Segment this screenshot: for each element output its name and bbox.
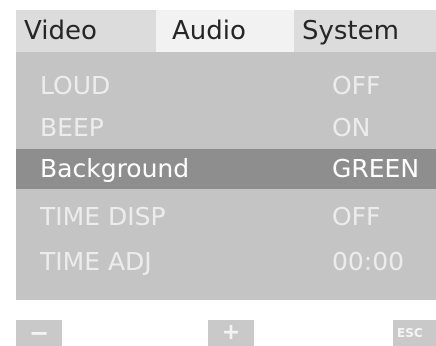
setting-row-loud[interactable]: LOUD OFF xyxy=(16,66,436,106)
tab-video[interactable]: Video xyxy=(16,10,156,52)
setting-row-beep[interactable]: BEEP ON xyxy=(16,108,436,148)
setting-label: TIME ADJ xyxy=(40,247,152,276)
setting-value: OFF xyxy=(332,202,381,231)
setting-label: TIME DISP xyxy=(40,202,166,231)
setting-value: OFF xyxy=(332,71,381,100)
setting-value: 00:00 xyxy=(332,247,405,276)
setting-label: Background xyxy=(40,154,190,183)
tab-bar: Video Audio System xyxy=(16,10,436,52)
setting-row-time-adj[interactable]: TIME ADJ 00:00 xyxy=(16,242,436,282)
minus-button[interactable]: − xyxy=(16,320,62,346)
esc-button[interactable]: ESC xyxy=(393,320,436,346)
setting-row-time-disp[interactable]: TIME DISP OFF xyxy=(16,197,436,237)
tab-audio[interactable]: Audio xyxy=(156,10,294,52)
setting-label: LOUD xyxy=(40,71,111,100)
setting-value: GREEN xyxy=(332,154,420,183)
setting-value: ON xyxy=(332,113,371,142)
tab-system[interactable]: System xyxy=(294,10,436,52)
setting-label: BEEP xyxy=(40,113,104,142)
setting-row-background[interactable]: Background GREEN xyxy=(16,149,436,189)
plus-button[interactable]: + xyxy=(208,320,254,346)
settings-panel: LOUD OFF BEEP ON Background GREEN TIME D… xyxy=(16,52,436,300)
